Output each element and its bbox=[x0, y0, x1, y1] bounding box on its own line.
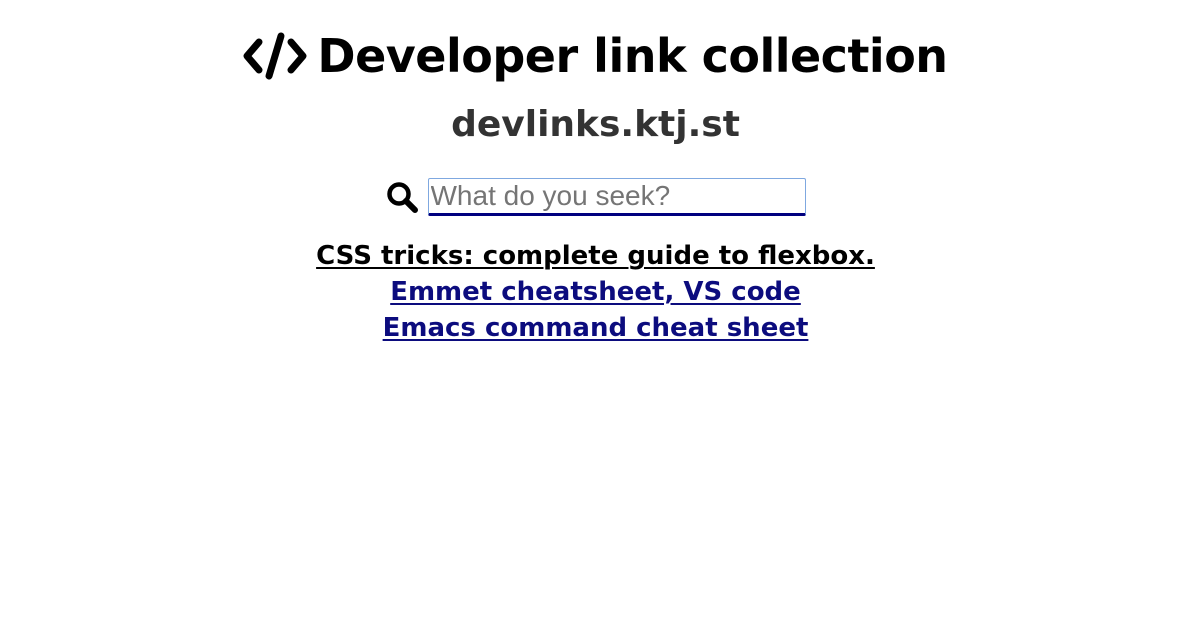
site-domain: devlinks.ktj.st bbox=[451, 104, 740, 145]
page: Developer link collection devlinks.ktj.s… bbox=[0, 0, 1191, 618]
header: Developer link collection bbox=[0, 28, 1191, 84]
link-css-tricks-flexbox[interactable]: CSS tricks: complete guide to flexbox. bbox=[316, 241, 875, 271]
list-item: Emacs command cheat sheet bbox=[0, 310, 1191, 346]
link-list: CSS tricks: complete guide to flexbox. E… bbox=[0, 238, 1191, 346]
code-brackets-icon bbox=[243, 30, 307, 82]
search-input[interactable] bbox=[427, 178, 806, 216]
list-item: CSS tricks: complete guide to flexbox. bbox=[0, 238, 1191, 274]
list-item: Emmet cheatsheet, VS code bbox=[0, 274, 1191, 310]
search-bar bbox=[0, 178, 1191, 216]
page-title: Developer link collection bbox=[317, 29, 948, 83]
search-icon bbox=[386, 181, 418, 213]
link-emacs-cheat-sheet[interactable]: Emacs command cheat sheet bbox=[383, 313, 809, 343]
link-emmet-cheatsheet[interactable]: Emmet cheatsheet, VS code bbox=[390, 277, 801, 307]
